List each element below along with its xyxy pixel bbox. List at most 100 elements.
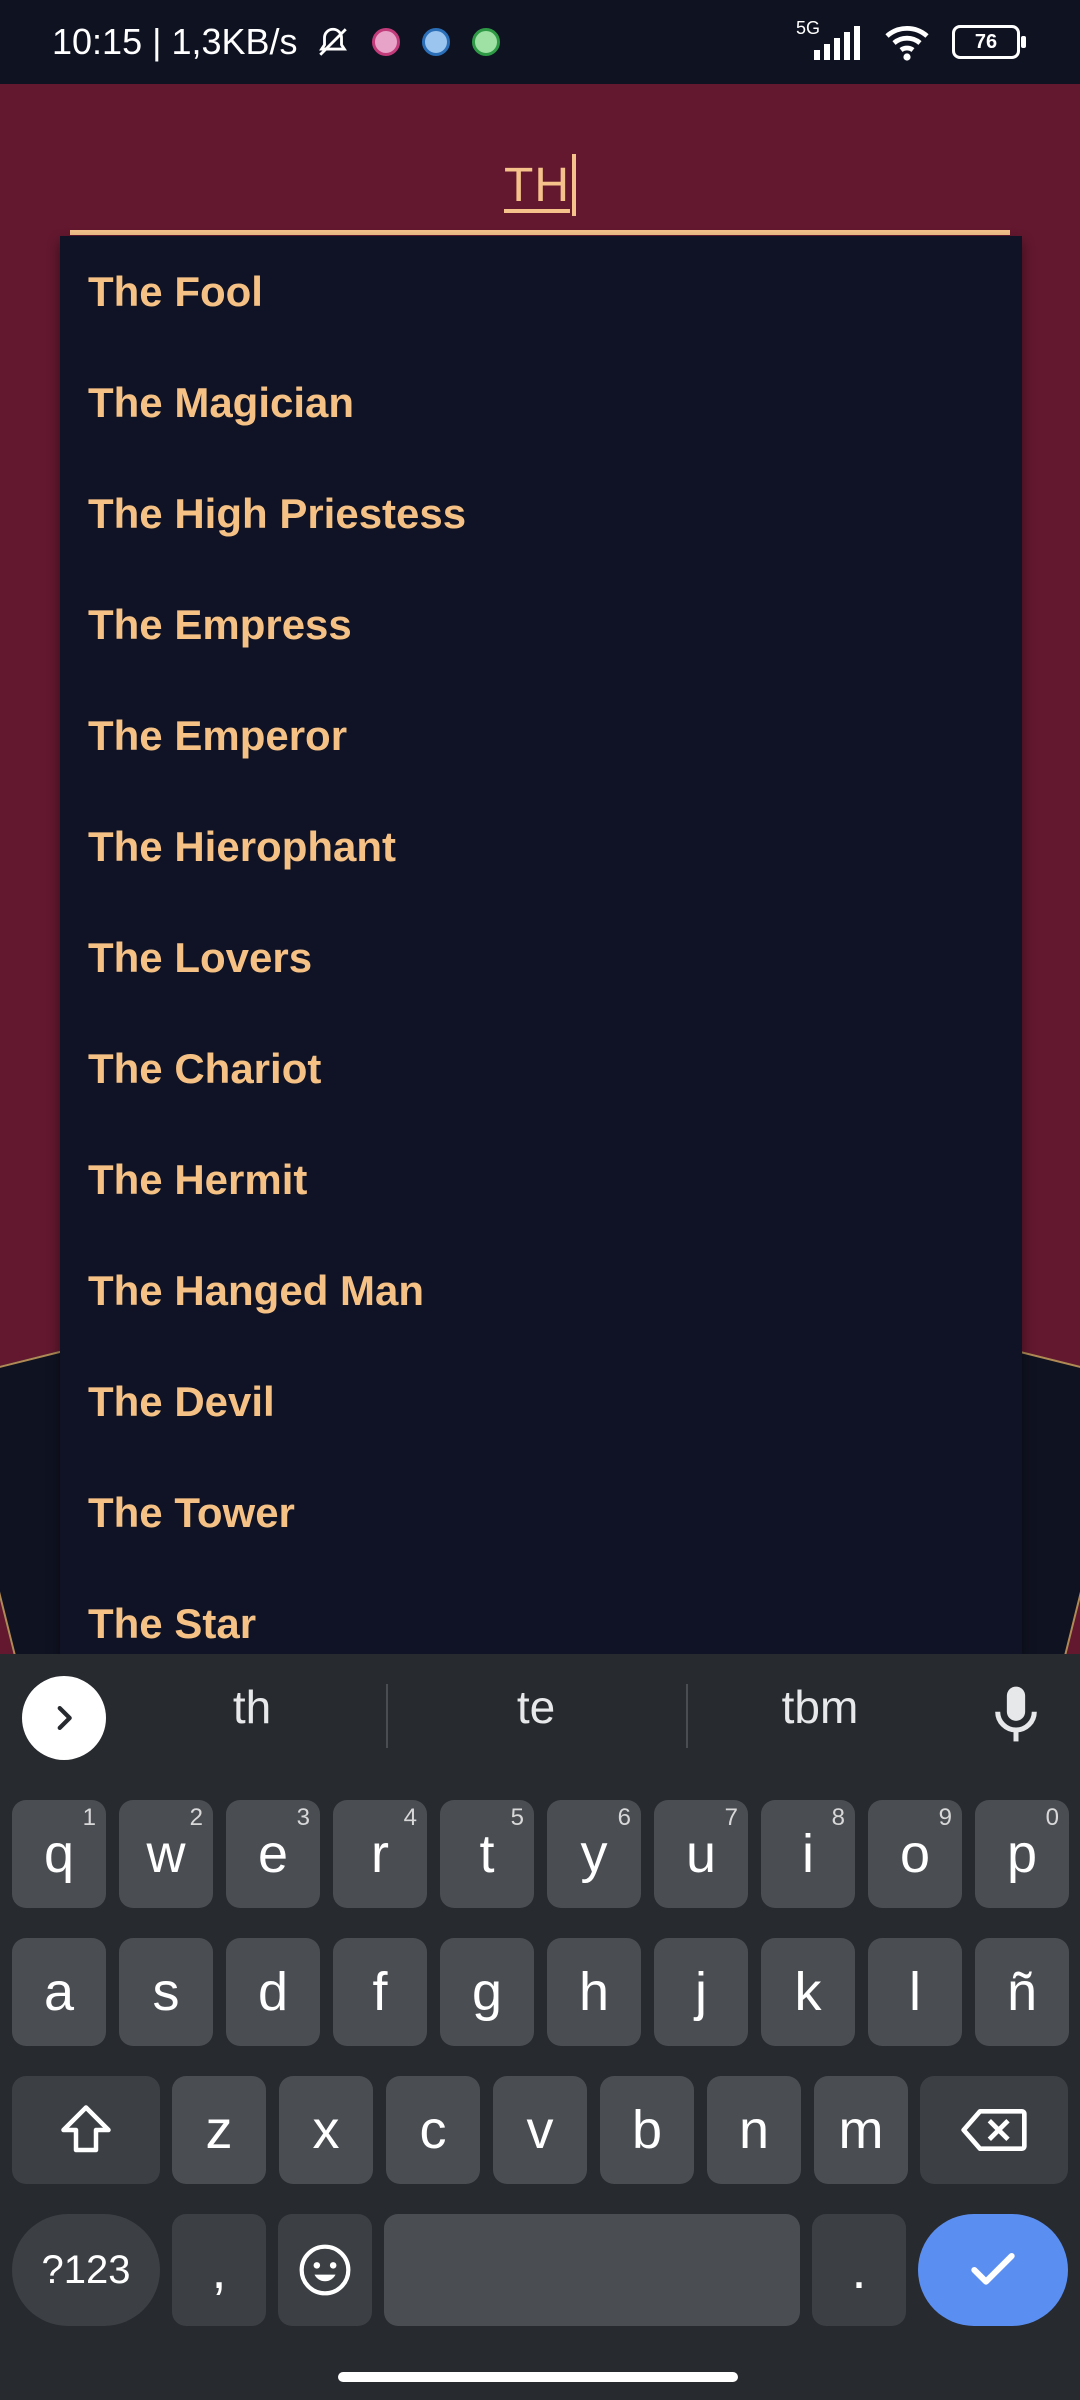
notification-icons — [316, 25, 500, 59]
key-e[interactable]: e3 — [226, 1800, 320, 1908]
word-suggestion[interactable]: te — [406, 1680, 666, 1734]
period-key[interactable]: . — [812, 2214, 906, 2326]
key-hint: 2 — [189, 1804, 203, 1831]
key-q[interactable]: q1 — [12, 1800, 106, 1908]
key-label: f — [372, 1962, 388, 2022]
key-label: v — [526, 2100, 554, 2160]
key-label: b — [631, 2100, 663, 2160]
status-left: 10:15 | 1,3KB/s — [52, 0, 500, 84]
suggestion-item[interactable]: The Devil — [60, 1346, 1022, 1457]
key-label: q — [43, 1824, 75, 1884]
key-l[interactable]: l — [868, 1938, 962, 2046]
key-v[interactable]: v — [493, 2076, 587, 2184]
suggestion-item[interactable]: The High Priestess — [60, 458, 1022, 569]
search-input-value: TH — [504, 158, 570, 212]
key-g[interactable]: g — [440, 1938, 534, 2046]
suggestion-item[interactable]: The Star — [60, 1568, 1022, 1654]
emoji-icon — [299, 2244, 351, 2296]
key-j[interactable]: j — [654, 1938, 748, 2046]
key-hint: 0 — [1045, 1804, 1059, 1831]
suggestion-divider — [686, 1684, 688, 1748]
key-label: r — [371, 1824, 389, 1884]
key-p[interactable]: p0 — [975, 1800, 1069, 1908]
key-label: c — [419, 2100, 447, 2160]
suggestion-item[interactable]: The Tower — [60, 1457, 1022, 1568]
suggestion-item[interactable]: The Hierophant — [60, 791, 1022, 902]
key-f[interactable]: f — [333, 1938, 427, 2046]
on-screen-keyboard: th te tbm q1w2e3r4t5y6u7i8o9p0 asdfghjkl… — [0, 1654, 1080, 2400]
app-notification-icon — [421, 28, 450, 56]
key-label: h — [578, 1962, 610, 2022]
symbols-key[interactable]: ?123 — [12, 2214, 160, 2326]
key-s[interactable]: s — [119, 1938, 213, 2046]
suggestion-item[interactable]: The Hanged Man — [60, 1235, 1022, 1346]
key-label: e — [257, 1824, 289, 1884]
shift-key[interactable] — [12, 2076, 160, 2184]
key-o[interactable]: o9 — [868, 1800, 962, 1908]
key-h[interactable]: h — [547, 1938, 641, 2046]
key-label: i — [802, 1824, 814, 1884]
suggestion-divider — [386, 1684, 388, 1748]
suggestion-item[interactable]: The Lovers — [60, 902, 1022, 1013]
suggestion-item[interactable]: The Magician — [60, 347, 1022, 458]
key-c[interactable]: c — [386, 2076, 480, 2184]
key-y[interactable]: y6 — [547, 1800, 641, 1908]
key-label: s — [152, 1962, 180, 2022]
key-t[interactable]: t5 — [440, 1800, 534, 1908]
key-hint: 7 — [724, 1804, 738, 1831]
key-x[interactable]: x — [279, 2076, 373, 2184]
key-ñ[interactable]: ñ — [975, 1938, 1069, 2046]
expand-toolbar-button[interactable] — [22, 1676, 106, 1760]
enter-key[interactable] — [918, 2214, 1068, 2326]
key-hint: 4 — [403, 1804, 417, 1831]
suggestion-item[interactable]: The Hermit — [60, 1124, 1022, 1235]
key-label: o — [899, 1824, 931, 1884]
text-caret — [571, 154, 576, 216]
key-k[interactable]: k — [761, 1938, 855, 2046]
key-hint: 6 — [617, 1804, 631, 1831]
search-input[interactable]: TH — [70, 140, 1010, 235]
key-m[interactable]: m — [814, 2076, 908, 2184]
suggestion-item[interactable]: The Emperor — [60, 680, 1022, 791]
key-label: u — [685, 1824, 717, 1884]
status-right: 5G 76 — [796, 0, 1026, 84]
key-n[interactable]: n — [707, 2076, 801, 2184]
word-suggestion[interactable]: tbm — [690, 1680, 950, 1734]
key-w[interactable]: w2 — [119, 1800, 213, 1908]
key-label: y — [580, 1824, 608, 1884]
voice-input-button[interactable] — [988, 1682, 1044, 1751]
key-hint: 1 — [82, 1804, 96, 1831]
key-label: p — [1006, 1824, 1038, 1884]
keyboard-suggestion-bar: th te tbm — [0, 1654, 1080, 1778]
bell-off-icon — [318, 27, 347, 56]
key-d[interactable]: d — [226, 1938, 320, 2046]
key-label: a — [43, 1962, 75, 2022]
suggestion-item[interactable]: The Chariot — [60, 1013, 1022, 1124]
key-i[interactable]: i8 — [761, 1800, 855, 1908]
suggestion-item[interactable]: The Empress — [60, 569, 1022, 680]
key-label: k — [794, 1962, 822, 2022]
battery-level: 76 — [974, 30, 998, 53]
key-hint: 8 — [831, 1804, 845, 1831]
key-a[interactable]: a — [12, 1938, 106, 2046]
app-notification-icon — [371, 28, 400, 56]
key-u[interactable]: u7 — [654, 1800, 748, 1908]
status-time: 10:15 — [52, 21, 143, 62]
status-bar: 10:15 | 1,3KB/s 5G 76 — [0, 0, 1080, 84]
suggestion-item[interactable]: The Fool — [60, 236, 1022, 347]
space-key[interactable] — [384, 2214, 800, 2326]
key-label: g — [471, 1962, 503, 2022]
app-notification-icon — [471, 28, 500, 56]
word-suggestion[interactable]: th — [122, 1680, 382, 1734]
period-key-label: . — [851, 2240, 867, 2300]
backspace-key[interactable] — [920, 2076, 1068, 2184]
key-z[interactable]: z — [172, 2076, 266, 2184]
key-b[interactable]: b — [600, 2076, 694, 2184]
key-label: l — [909, 1962, 921, 2022]
key-hint: 3 — [296, 1804, 310, 1831]
home-indicator — [338, 2372, 738, 2382]
comma-key[interactable]: , — [172, 2214, 266, 2326]
key-r[interactable]: r4 — [333, 1800, 427, 1908]
emoji-key[interactable] — [278, 2214, 372, 2326]
key-label: x — [312, 2100, 340, 2160]
